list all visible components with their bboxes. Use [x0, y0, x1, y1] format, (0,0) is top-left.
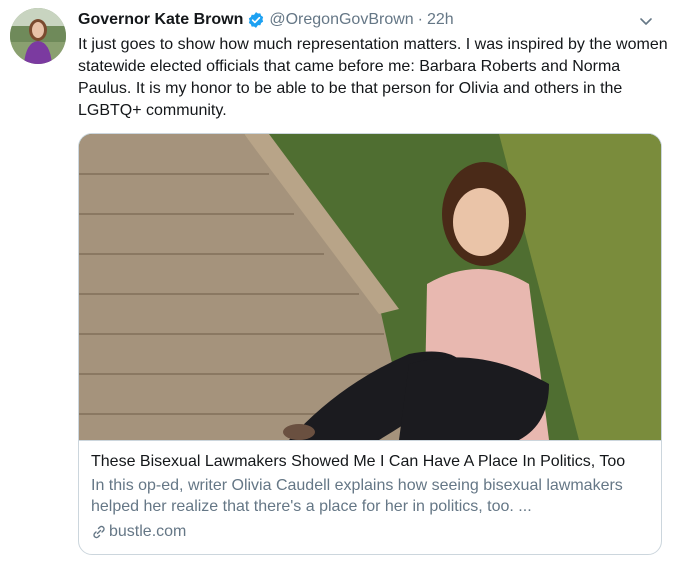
tweet-text: It just goes to show how much representa… [78, 36, 668, 119]
card-domain: bustle.com [91, 521, 649, 543]
separator-dot: · [417, 11, 423, 28]
avatar-image [10, 8, 66, 64]
card-image [79, 134, 661, 440]
tweet-header: Governor Kate Brown @OregonGovBrown · 22… [78, 9, 664, 31]
author-handle[interactable]: @OregonGovBrown [269, 9, 413, 31]
link-card[interactable]: These Bisexual Lawmakers Showed Me I Can… [78, 133, 662, 555]
tweet-timestamp[interactable]: 22h [427, 9, 454, 31]
chevron-down-icon[interactable] [638, 13, 654, 29]
author-name[interactable]: Governor Kate Brown [78, 9, 243, 31]
verified-badge-icon [249, 12, 264, 28]
card-title: These Bisexual Lawmakers Showed Me I Can… [91, 453, 626, 470]
avatar[interactable] [10, 8, 66, 64]
link-icon [93, 525, 105, 539]
card-description: In this op-ed, writer Olivia Caudell exp… [91, 477, 623, 515]
card-body: These Bisexual Lawmakers Showed Me I Can… [79, 440, 661, 543]
card-domain-text: bustle.com [109, 523, 187, 540]
